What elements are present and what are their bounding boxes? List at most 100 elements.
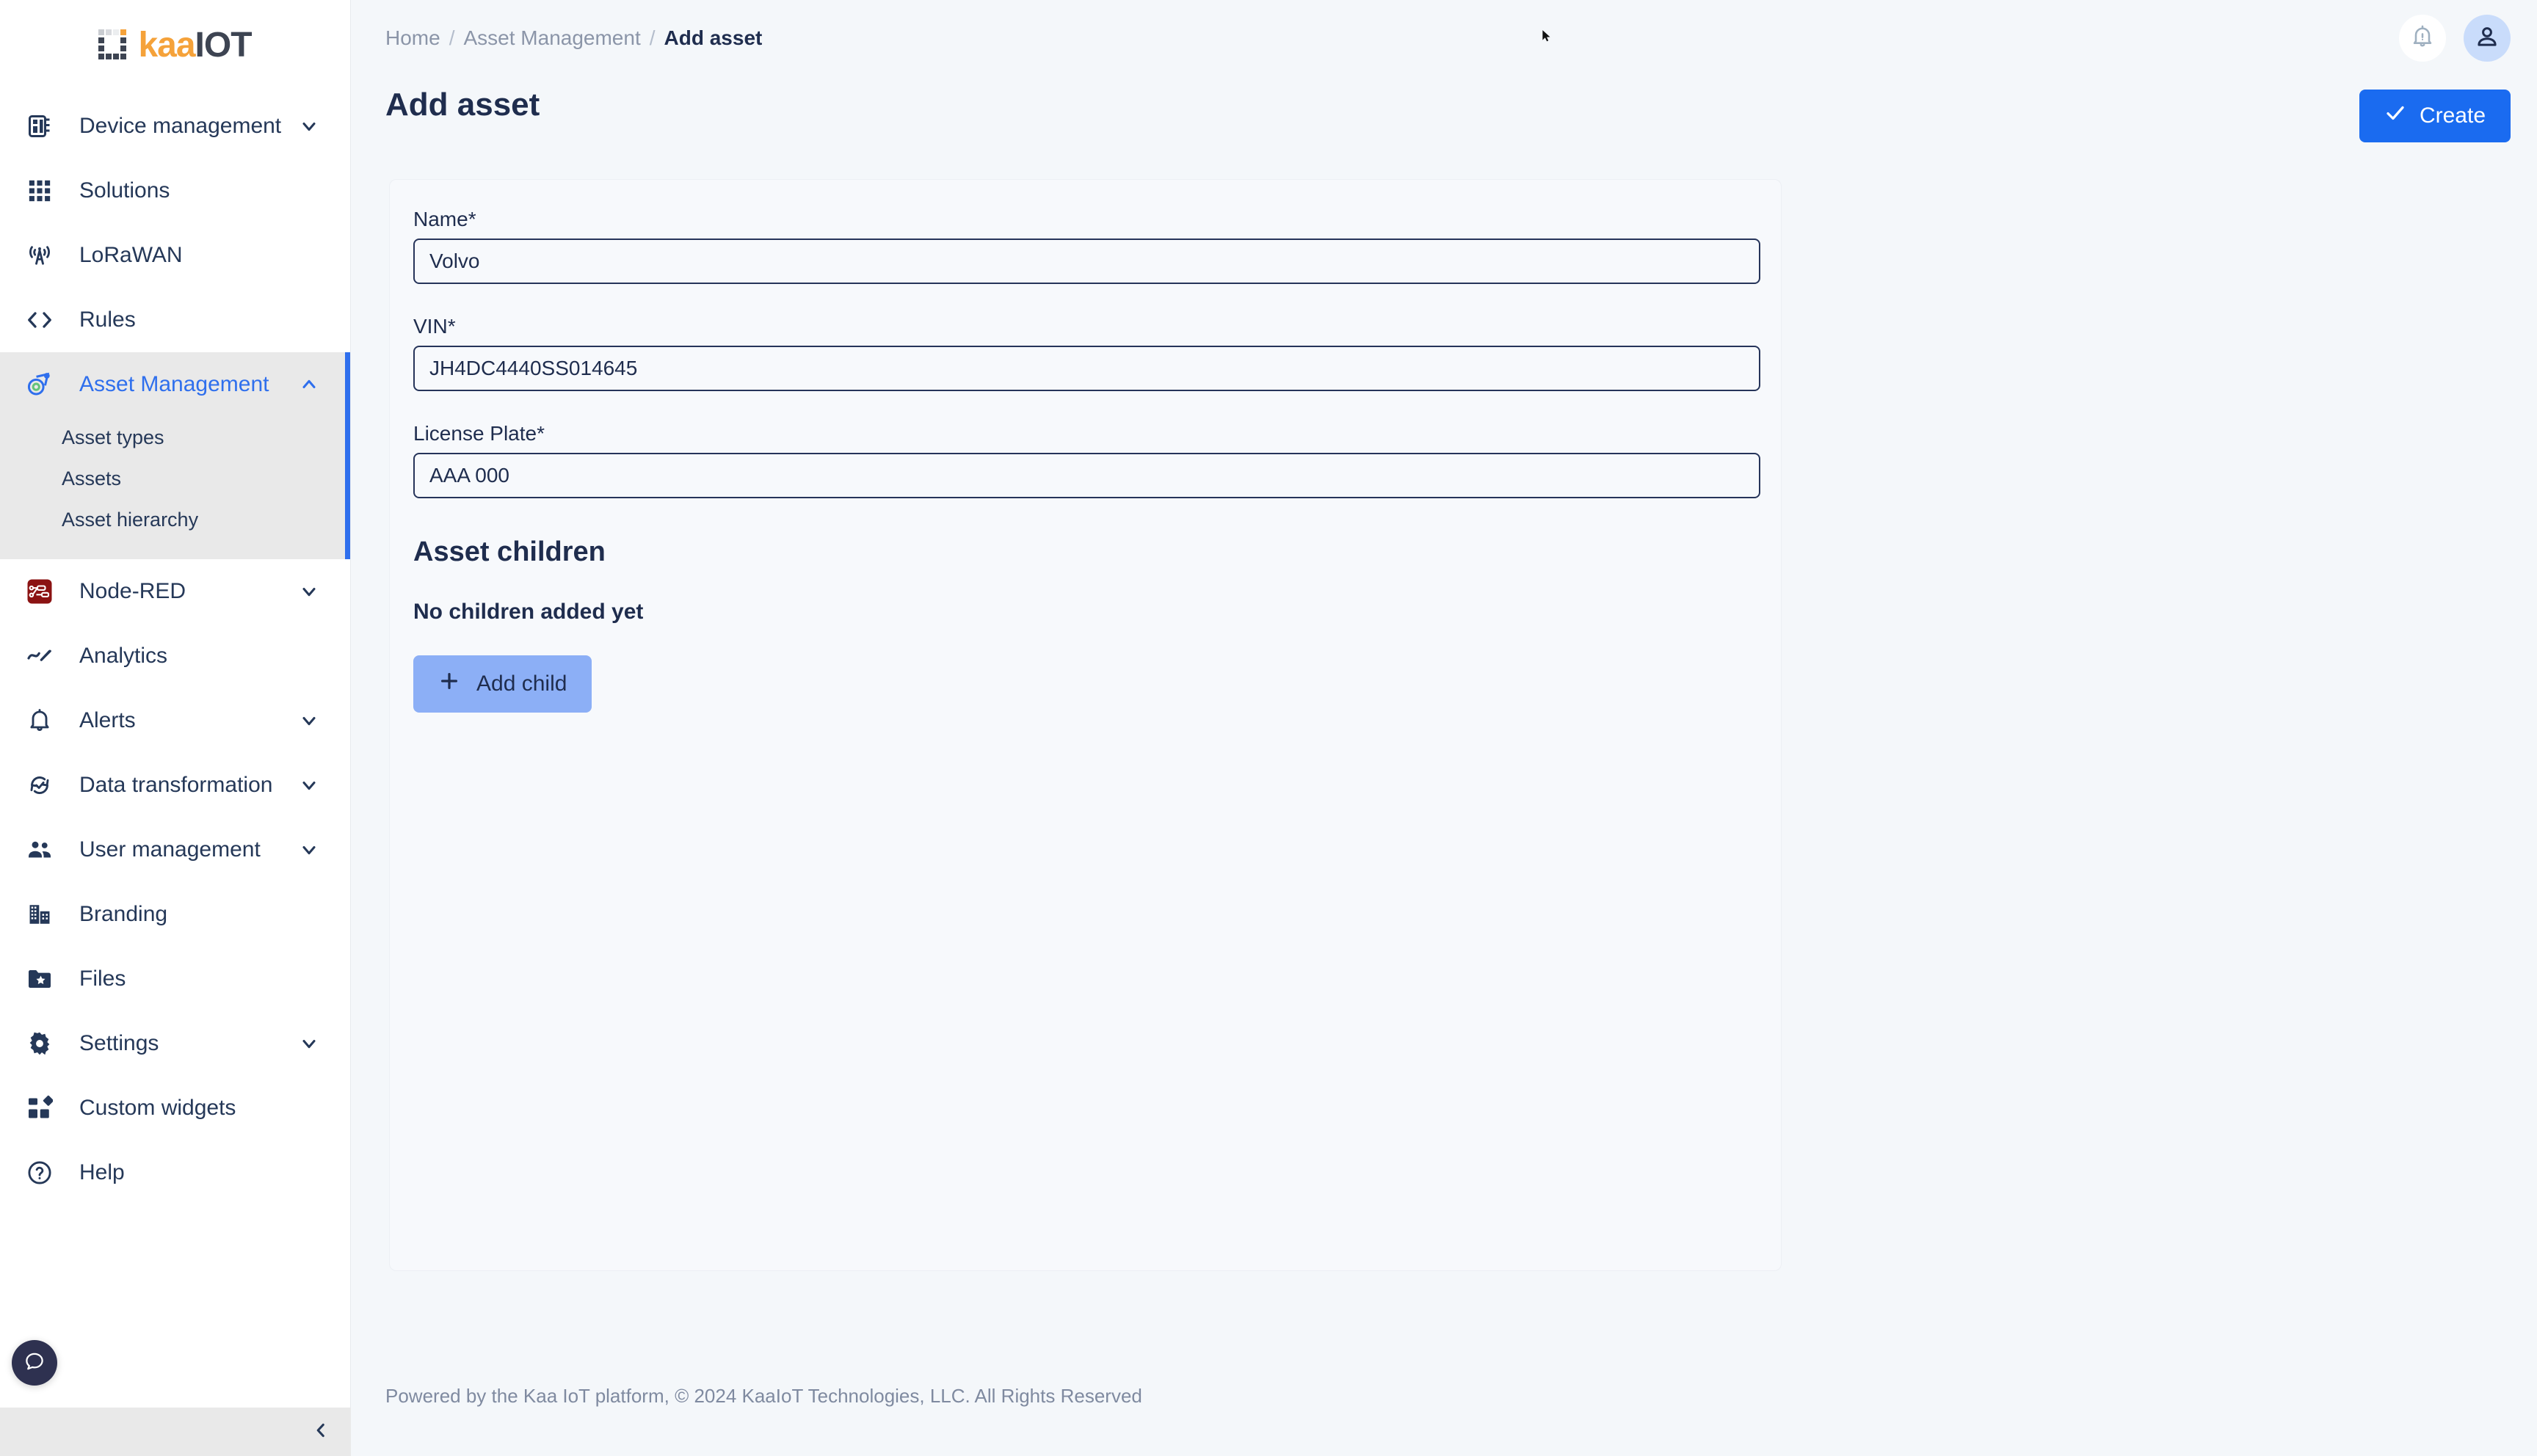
chevron-down-icon[interactable] [294, 706, 324, 735]
chat-support-button[interactable] [12, 1340, 57, 1386]
sidebar-group-asset-management: Asset Management Asset types Assets Asse… [0, 352, 350, 559]
code-brackets-icon [21, 301, 59, 339]
sidebar-item-label: Custom widgets [79, 1096, 236, 1120]
name-input[interactable] [413, 239, 1760, 284]
sidebar-subitem-assets[interactable]: Assets [0, 458, 350, 499]
check-icon [2384, 102, 2406, 130]
bell-alert-icon [2409, 23, 2436, 54]
sidebar: kaaIOT Device management Solutions LoRaW… [0, 0, 351, 1456]
sidebar-item-asset-management[interactable]: Asset Management [0, 352, 350, 417]
sidebar-item-files[interactable]: Files [0, 947, 350, 1011]
breadcrumb-item-asset-management[interactable]: Asset Management [463, 26, 640, 50]
asset-management-submenu: Asset types Assets Asset hierarchy [0, 417, 350, 559]
add-asset-form-card: Name* VIN* License Plate* Asset children… [389, 179, 1782, 1271]
sidebar-item-alerts[interactable]: Alerts [0, 688, 350, 753]
sidebar-item-solutions[interactable]: Solutions [0, 159, 350, 223]
breadcrumb-item-current: Add asset [664, 26, 763, 49]
gear-icon [21, 1024, 59, 1063]
sidebar-item-label: Solutions [79, 178, 170, 203]
bell-icon [21, 702, 59, 740]
sidebar-subitem-asset-hierarchy[interactable]: Asset hierarchy [0, 499, 350, 540]
chevron-down-icon[interactable] [294, 1029, 324, 1058]
app-root: kaaIOT Device management Solutions LoRaW… [0, 0, 2537, 1456]
widgets-icon [21, 1089, 59, 1127]
mouse-cursor [1542, 30, 1550, 42]
sidebar-item-label: Settings [79, 1031, 159, 1055]
sidebar-item-label: Asset Management [79, 372, 269, 396]
plus-icon [438, 670, 460, 698]
add-child-button-label: Add child [476, 671, 567, 696]
analytics-icon [21, 637, 59, 675]
chevron-down-icon[interactable] [294, 835, 324, 864]
breadcrumb-separator: / [449, 26, 455, 49]
logo-text-kaa: kaa [138, 26, 195, 65]
footer-copyright: Powered by the Kaa IoT platform, © 2024 … [385, 1384, 1142, 1407]
chevron-down-icon[interactable] [294, 112, 324, 141]
notifications-button[interactable] [2399, 15, 2446, 62]
sidebar-item-branding[interactable]: Branding [0, 882, 350, 947]
sidebar-item-node-red[interactable]: Node-RED [0, 559, 350, 624]
sidebar-item-custom-widgets[interactable]: Custom widgets [0, 1076, 350, 1140]
add-child-button[interactable]: Add child [413, 655, 592, 713]
sidebar-item-label: Analytics [79, 644, 168, 668]
page-footer: Powered by the Kaa IoT platform, © 2024 … [351, 1336, 2537, 1456]
sidebar-item-analytics[interactable]: Analytics [0, 624, 350, 688]
folder-star-icon [21, 960, 59, 998]
question-circle-icon [21, 1154, 59, 1192]
field-group-name: Name* [413, 208, 1760, 284]
field-label-name: Name* [413, 208, 476, 230]
sidebar-subitem-asset-types[interactable]: Asset types [0, 417, 350, 458]
sidebar-item-label: Rules [79, 307, 136, 332]
sidebar-item-help[interactable]: Help [0, 1140, 350, 1205]
sidebar-item-user-management[interactable]: User management [0, 818, 350, 882]
asset-children-empty-state: No children added yet [413, 600, 644, 624]
top-header: Home / Asset Management / Add asset [351, 0, 2537, 76]
breadcrumb-item-home[interactable]: Home [385, 26, 440, 50]
field-label-vin: VIN* [413, 315, 456, 338]
avatar[interactable] [2464, 15, 2511, 62]
antenna-icon [21, 236, 59, 274]
vin-input[interactable] [413, 346, 1760, 391]
chevron-down-icon[interactable] [294, 771, 324, 800]
chevron-left-icon [311, 1421, 330, 1444]
sidebar-item-rules[interactable]: Rules [0, 288, 350, 352]
sidebar-item-data-transformation[interactable]: Data transformation [0, 753, 350, 818]
sidebar-collapse-button[interactable] [0, 1408, 351, 1456]
chip-icon [21, 107, 59, 145]
logo-text-iot: IOT [195, 26, 253, 65]
sidebar-item-label: User management [79, 837, 261, 862]
asset-tag-icon [21, 365, 59, 404]
chevron-down-icon[interactable] [294, 577, 324, 606]
sidebar-item-label: Data transformation [79, 773, 273, 797]
sidebar-item-label: Device management [79, 114, 282, 138]
page-title: Add asset [385, 87, 540, 123]
asset-children-heading: Asset children [413, 536, 606, 567]
field-group-license-plate: License Plate* [413, 422, 1760, 498]
sidebar-item-label: Files [79, 967, 126, 991]
sync-check-icon [21, 766, 59, 804]
sidebar-item-lorawan[interactable]: LoRaWAN [0, 223, 350, 288]
grid-icon [21, 172, 59, 210]
breadcrumb-separator: / [649, 26, 656, 49]
page-header-row: Add asset Create [351, 76, 2537, 160]
app-logo[interactable]: kaaIOT [0, 0, 350, 91]
sidebar-item-label: Help [79, 1160, 125, 1184]
user-icon [2474, 23, 2500, 54]
field-group-vin: VIN* [413, 315, 1760, 391]
header-actions [2399, 0, 2511, 76]
create-button[interactable]: Create [2359, 90, 2511, 142]
sidebar-nav: Device management Solutions LoRaWAN Rule… [0, 91, 350, 1205]
license-plate-input[interactable] [413, 453, 1760, 498]
node-red-icon [21, 572, 59, 611]
sidebar-item-device-management[interactable]: Device management [0, 94, 350, 159]
field-label-license-plate: License Plate* [413, 422, 545, 445]
people-icon [21, 831, 59, 869]
breadcrumb: Home / Asset Management / Add asset [385, 26, 762, 50]
sidebar-item-label: LoRaWAN [79, 243, 183, 267]
sidebar-item-label: Node-RED [79, 579, 186, 603]
create-button-label: Create [2419, 103, 2486, 128]
sidebar-item-settings[interactable]: Settings [0, 1011, 350, 1076]
chevron-up-icon[interactable] [294, 370, 324, 399]
building-icon [21, 895, 59, 933]
kaa-logo-mark-icon [98, 29, 127, 59]
